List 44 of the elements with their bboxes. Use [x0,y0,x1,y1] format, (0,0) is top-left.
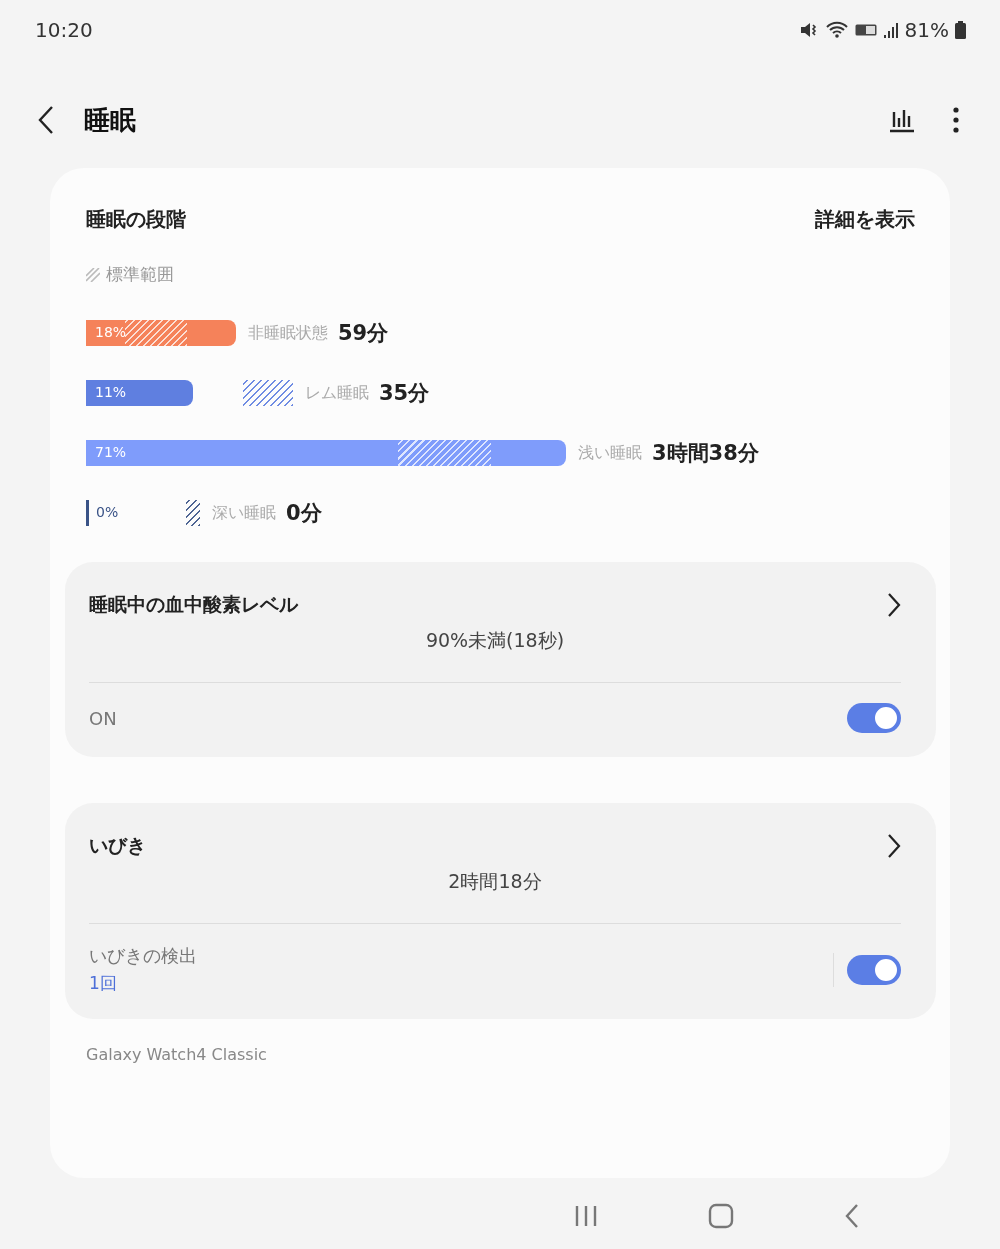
back-nav-icon[interactable] [844,1203,860,1229]
stage-duration: 35分 [379,380,430,407]
stage-percent: 71% [95,444,127,460]
wifi-icon [824,20,849,40]
stage-percent: 18% [95,324,127,340]
stage-duration: 59分 [338,320,389,347]
toggle-label: ON [89,707,117,729]
toggle-label: いびきの検出 [89,944,198,968]
normal-range-hatch [243,380,293,406]
stage-duration: 0分 [286,500,322,527]
card-title: いびき [89,833,146,858]
signal-icon [882,21,899,39]
detection-count: 1回 [89,972,118,995]
card-summary: 90%未満(18秒) [424,628,566,653]
more-options-icon[interactable] [952,106,960,134]
stage-label: 非睡眠状態 [248,322,328,344]
normal-range-hatch [186,500,200,526]
stage-label: 浅い睡眠 [578,442,642,464]
chevron-right-icon [887,833,901,859]
stage-percent: 0% [96,504,119,520]
hatch-legend-icon [86,267,100,282]
device-name: Galaxy Watch4 Classic [85,1044,268,1064]
chevron-right-icon [887,592,901,618]
legend-label: 標準範囲 [106,263,174,286]
battery-icon [955,21,966,39]
toggle-switch[interactable] [847,703,901,733]
card-summary: 2時間18分 [447,869,543,894]
stage-label: 深い睡眠 [212,502,276,524]
stage-label: レム睡眠 [305,382,369,404]
stage-percent: 11% [95,384,127,400]
details-link[interactable]: 詳細を表示 [815,206,915,233]
recent-apps-icon[interactable] [574,1204,598,1228]
battery-percent: 81% [904,18,949,42]
card-title: 睡眠中の血中酸素レベル [89,592,298,617]
toggle-switch[interactable] [847,954,901,985]
snoring-card[interactable]: いびき 2時間18分 いびきの検出 1回 [65,803,936,1019]
blood-oxygen-card[interactable]: 睡眠中の血中酸素レベル 90%未満(18秒) ON [65,562,936,757]
normal-range-hatch [125,320,187,346]
stage-duration: 3時間38分 [652,440,759,467]
section-title: 睡眠の段階 [86,206,186,233]
home-icon[interactable] [708,1203,734,1229]
page-title: 睡眠 [84,103,136,137]
mute-icon [798,20,819,40]
status-time: 10:20 [35,18,93,42]
